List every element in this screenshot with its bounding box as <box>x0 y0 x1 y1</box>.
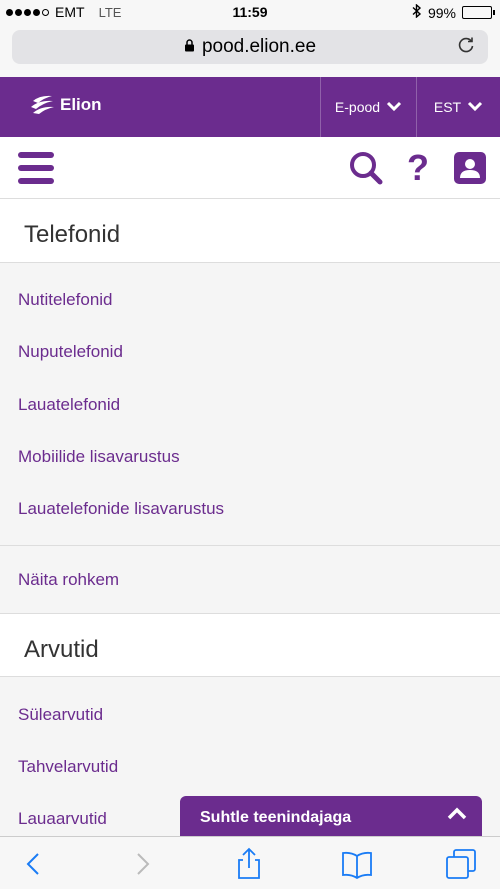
status-right: 99% <box>412 3 495 21</box>
tabs-icon[interactable] <box>444 847 478 881</box>
back-icon[interactable] <box>18 847 52 881</box>
show-more-link[interactable]: Näita rohkem <box>18 570 119 590</box>
divider <box>0 545 500 546</box>
shop-menu-dropdown[interactable]: E-pood <box>320 77 416 137</box>
help-icon[interactable]: ? <box>400 150 436 186</box>
status-bar: EMT LTE 11:59 99% <box>0 0 500 24</box>
category-link[interactable]: Nuputelefonid <box>18 342 123 362</box>
lock-icon <box>184 39 195 55</box>
site-header: Elion E-pood EST <box>0 77 500 137</box>
brand-name: Elion <box>60 95 102 114</box>
category-link[interactable]: Nutitelefonid <box>18 290 113 310</box>
chat-label: Suhtle teenindajaga <box>200 809 352 826</box>
category-link[interactable]: Tahvelarvutid <box>18 757 118 777</box>
address-bar[interactable]: pood.elion.ee <box>12 30 488 64</box>
category-link[interactable]: Lauaarvutid <box>18 809 107 829</box>
bookmarks-icon[interactable] <box>340 847 374 881</box>
battery-percent: 99% <box>427 4 456 21</box>
browser-bottom-toolbar <box>0 836 500 889</box>
search-icon[interactable] <box>348 150 384 186</box>
menu-icon[interactable] <box>18 152 54 184</box>
user-account-icon[interactable] <box>454 152 486 184</box>
elion-logo[interactable]: Elion <box>30 94 102 116</box>
section-header-phones: Telefonid <box>0 199 500 263</box>
elion-logo-icon <box>31 95 54 114</box>
category-link[interactable]: Lauatelefonid <box>18 395 120 415</box>
reload-icon[interactable] <box>456 35 476 61</box>
chevron-up-icon <box>446 806 468 827</box>
section-header-computers: Arvutid <box>0 613 500 677</box>
url-text: pood.elion.ee <box>201 36 317 57</box>
section-title: Arvutid <box>24 636 99 663</box>
chat-widget-button[interactable]: Suhtle teenindajaga <box>180 796 482 840</box>
section-title: Telefonid <box>24 221 121 248</box>
forward-icon[interactable] <box>126 847 160 881</box>
share-icon[interactable] <box>232 847 266 881</box>
category-link[interactable]: Sülearvutid <box>18 705 103 725</box>
chevron-down-icon <box>467 99 483 115</box>
battery-icon <box>462 6 495 19</box>
browser-address-area: pood.elion.ee <box>0 24 500 77</box>
language-dropdown[interactable]: EST <box>416 77 500 137</box>
category-link[interactable]: Mobiilide lisavarustus <box>18 447 180 467</box>
chevron-down-icon <box>386 99 402 115</box>
bluetooth-icon <box>412 3 422 21</box>
category-link[interactable]: Lauatelefonide lisavarustus <box>18 499 224 519</box>
language-label: EST <box>433 99 462 115</box>
site-toolbar: ? <box>0 137 500 199</box>
shop-menu-label: E-pood <box>334 99 381 115</box>
